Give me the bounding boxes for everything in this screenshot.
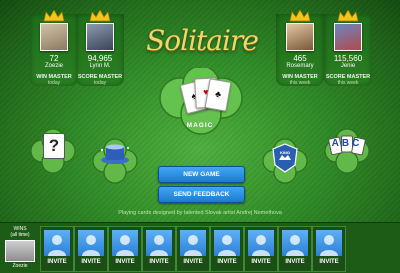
player-period: today xyxy=(93,80,107,86)
crown-icon xyxy=(89,10,111,22)
invite-label: INVITE xyxy=(115,259,135,265)
invite-slot[interactable]: INVITE xyxy=(244,226,278,272)
logo-subtitle: MAGIC xyxy=(186,122,214,129)
crown-icon xyxy=(337,10,359,22)
invite-slot[interactable]: INVITE xyxy=(142,226,176,272)
invite-slot[interactable]: INVITE xyxy=(74,226,108,272)
magic-hat-button[interactable] xyxy=(92,138,138,184)
leader-player-2[interactable]: 94,965 Lynn M. SCORE MASTER today xyxy=(70,10,130,86)
invite-label: INVITE xyxy=(149,259,169,265)
person-silhouette-icon xyxy=(180,230,206,256)
badge-label: KING xyxy=(280,150,290,155)
person-silhouette-icon xyxy=(248,230,274,256)
invite-slot[interactable]: INVITE xyxy=(176,226,210,272)
player-name: Lynn M. xyxy=(89,63,111,69)
person-silhouette-icon xyxy=(112,230,138,256)
new-game-button[interactable]: NEW GAME xyxy=(158,166,245,183)
invite-label: INVITE xyxy=(183,259,203,265)
player-period: this week xyxy=(337,80,359,86)
player-score: 115,560 xyxy=(333,54,363,63)
logo-title: Solitaire xyxy=(146,24,259,57)
shield-icon xyxy=(262,138,308,184)
invite-slot[interactable]: INVITE xyxy=(210,226,244,272)
invite-label: INVITE xyxy=(285,259,305,265)
current-player[interactable]: WINS (all time) Zoezie xyxy=(2,226,38,270)
invite-label: INVITE xyxy=(251,259,271,265)
invite-slot[interactable]: INVITE xyxy=(278,226,312,272)
magic-hat-icon xyxy=(92,138,138,184)
invite-label: INVITE xyxy=(319,259,339,265)
invite-slot[interactable]: INVITE xyxy=(108,226,142,272)
avatar xyxy=(86,23,114,51)
current-player-name: Zoezie xyxy=(12,263,28,269)
wins-period: (all time) xyxy=(10,232,30,238)
playing-cards-icon: ♠ ♥ ♣ xyxy=(171,76,241,120)
crown-icon xyxy=(289,10,311,22)
avatar xyxy=(5,240,35,262)
person-silhouette-icon xyxy=(78,230,104,256)
king-badge-button[interactable]: KING xyxy=(262,138,308,184)
invite-slot[interactable]: INVITE xyxy=(40,226,74,272)
crown-icon xyxy=(43,10,65,22)
player-name: Jenie xyxy=(340,63,356,69)
person-silhouette-icon xyxy=(316,230,342,256)
invite-label: INVITE xyxy=(81,259,101,265)
avatar xyxy=(334,23,362,51)
person-silhouette-icon xyxy=(214,230,240,256)
clover-frame-icon xyxy=(324,128,370,174)
help-icon: ? xyxy=(43,133,65,159)
leader-player-4[interactable]: 115,560 Jenie SCORE MASTER this week xyxy=(318,10,378,86)
invite-slot[interactable]: INVITE xyxy=(312,226,346,272)
send-feedback-button[interactable]: SEND FEEDBACK xyxy=(158,186,245,203)
avatar xyxy=(40,23,68,51)
person-silhouette-icon xyxy=(146,230,172,256)
invite-label: INVITE xyxy=(217,259,237,265)
invite-label: INVITE xyxy=(47,259,67,265)
help-button[interactable]: ? xyxy=(30,128,76,174)
person-silhouette-icon xyxy=(282,230,308,256)
player-score: 94,965 xyxy=(87,54,113,63)
avatar xyxy=(286,23,314,51)
abc-icon: ABC xyxy=(331,138,363,149)
game-logo: Solitaire ♠ ♥ ♣ MAGIC xyxy=(138,18,262,138)
abc-button[interactable]: ABC xyxy=(324,128,370,174)
friends-bar: WINS (all time) Zoezie INVITE INVITE INVIT… xyxy=(0,222,400,273)
credit-text: Playing cards designed by talented Slova… xyxy=(118,210,282,216)
person-silhouette-icon xyxy=(44,230,70,256)
